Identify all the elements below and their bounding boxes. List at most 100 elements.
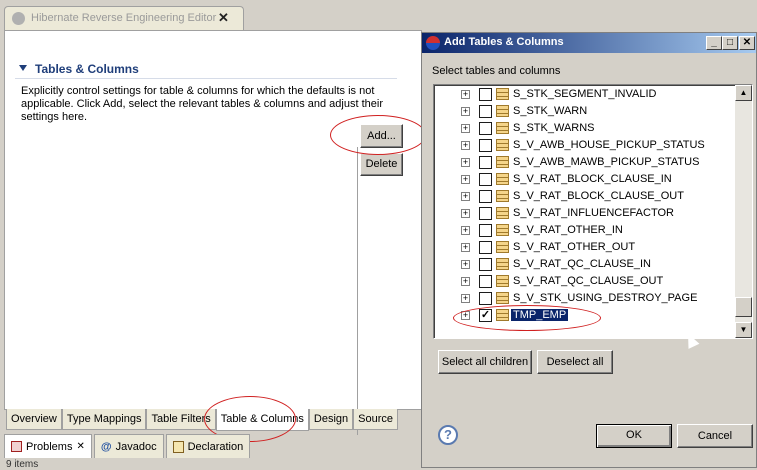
- table-name[interactable]: S_V_RAT_INFLUENCEFACTOR: [513, 207, 674, 219]
- table-tree-row[interactable]: + S_V_RAT_OTHER_IN: [434, 222, 734, 239]
- table-icon: [496, 258, 509, 270]
- table-name[interactable]: S_V_RAT_QC_CLAUSE_IN: [513, 258, 651, 270]
- table-icon: [496, 241, 509, 253]
- table-tree-row[interactable]: + S_V_RAT_BLOCK_CLAUSE_IN: [434, 171, 734, 188]
- status-text: 9 items: [6, 459, 39, 470]
- scroll-up-icon[interactable]: ▲: [735, 85, 752, 101]
- row-checkbox[interactable]: [479, 122, 492, 135]
- expand-icon[interactable]: +: [461, 294, 470, 303]
- row-checkbox[interactable]: [479, 105, 492, 118]
- expand-icon[interactable]: +: [461, 277, 470, 286]
- close-icon[interactable]: ✕: [76, 435, 84, 459]
- table-name[interactable]: S_STK_WARNS: [513, 122, 595, 134]
- expand-icon[interactable]: +: [461, 260, 470, 269]
- tree-scrollbar[interactable]: ▲ ▼: [735, 85, 752, 338]
- row-checkbox[interactable]: [479, 258, 492, 271]
- close-icon[interactable]: ✕: [218, 10, 229, 26]
- close-icon[interactable]: ✕: [739, 36, 755, 50]
- expand-icon[interactable]: +: [461, 90, 470, 99]
- row-checkbox[interactable]: [479, 139, 492, 152]
- row-checkbox[interactable]: [479, 88, 492, 101]
- table-name[interactable]: S_V_RAT_BLOCK_CLAUSE_IN: [513, 173, 672, 185]
- table-icon: [496, 139, 509, 151]
- table-icon: [496, 105, 509, 117]
- maximize-icon[interactable]: □: [722, 36, 738, 50]
- section-title[interactable]: Tables & Columns: [35, 62, 139, 76]
- table-icon: [496, 156, 509, 168]
- table-name[interactable]: S_V_RAT_BLOCK_CLAUSE_OUT: [513, 190, 684, 202]
- hibernate-icon: [426, 36, 440, 50]
- tab-source[interactable]: Source: [353, 409, 399, 430]
- views-tab-bar: Problems ✕ @ Javadoc Declaration: [4, 434, 251, 458]
- table-name[interactable]: S_V_STK_USING_DESTROY_PAGE: [513, 292, 697, 304]
- table-tree-row[interactable]: + S_V_AWB_MAWB_PICKUP_STATUS: [434, 154, 734, 171]
- expand-icon[interactable]: +: [461, 158, 470, 167]
- table-icon: [496, 173, 509, 185]
- table-name[interactable]: S_V_AWB_MAWB_PICKUP_STATUS: [513, 156, 699, 168]
- deselect-all-button[interactable]: Deselect all: [537, 350, 613, 374]
- table-name[interactable]: S_V_RAT_OTHER_IN: [513, 224, 623, 236]
- ok-button[interactable]: OK: [596, 424, 672, 448]
- row-checkbox[interactable]: [479, 190, 492, 203]
- expand-icon[interactable]: +: [461, 175, 470, 184]
- table-tree-row[interactable]: + S_V_RAT_QC_CLAUSE_OUT: [434, 273, 734, 290]
- tab-type-mappings[interactable]: Type Mappings: [61, 409, 147, 430]
- table-name[interactable]: S_V_AWB_HOUSE_PICKUP_STATUS: [513, 139, 705, 151]
- scroll-down-icon[interactable]: ▼: [735, 322, 752, 338]
- add-tables-dialog: Add Tables & Columns _ □ ✕ Select tables…: [421, 32, 757, 468]
- row-checkbox[interactable]: [479, 207, 492, 220]
- table-tree-row[interactable]: + S_V_RAT_OTHER_OUT: [434, 239, 734, 256]
- declaration-icon: [172, 440, 184, 453]
- expand-icon[interactable]: +: [461, 243, 470, 252]
- tab-javadoc[interactable]: @ Javadoc: [93, 434, 164, 458]
- row-checkbox[interactable]: [479, 241, 492, 254]
- row-checkbox[interactable]: [479, 224, 492, 237]
- tab-overview[interactable]: Overview: [6, 409, 62, 430]
- row-checkbox[interactable]: [479, 292, 492, 305]
- help-icon[interactable]: ?: [438, 425, 458, 445]
- expand-icon[interactable]: +: [461, 209, 470, 218]
- row-checkbox[interactable]: [479, 156, 492, 169]
- cancel-button[interactable]: Cancel: [677, 424, 753, 448]
- tab-declaration[interactable]: Declaration: [165, 434, 251, 458]
- row-checkbox[interactable]: [479, 275, 492, 288]
- table-icon: [496, 88, 509, 100]
- table-name[interactable]: S_STK_WARN: [513, 105, 587, 117]
- editor-tab-title: Hibernate Reverse Engineering Editor: [31, 12, 217, 24]
- delete-button[interactable]: Delete: [360, 153, 403, 176]
- scroll-thumb[interactable]: [735, 297, 752, 317]
- table-tree-row[interactable]: + S_STK_WARN: [434, 103, 734, 120]
- dialog-instruction: Select tables and columns: [432, 65, 561, 77]
- row-checkbox[interactable]: [479, 173, 492, 186]
- table-tree-row[interactable]: + S_STK_WARNS: [434, 120, 734, 137]
- expand-icon[interactable]: +: [461, 124, 470, 133]
- table-icon: [496, 122, 509, 134]
- table-tree[interactable]: + S_STK_SEGMENT_INVALID + S_STK_WARN + S_STK_…: [433, 84, 753, 339]
- table-tree-row[interactable]: + S_STK_SEGMENT_INVALID: [434, 86, 734, 103]
- table-name[interactable]: S_STK_SEGMENT_INVALID: [513, 88, 656, 100]
- table-name[interactable]: S_V_RAT_OTHER_OUT: [513, 241, 635, 253]
- expand-icon[interactable]: +: [461, 141, 470, 150]
- tab-design[interactable]: Design: [308, 409, 354, 430]
- tmp-emp-highlight-ring: [453, 305, 601, 331]
- minimize-icon[interactable]: _: [706, 36, 722, 50]
- collapse-triangle-icon[interactable]: [19, 65, 27, 71]
- table-tree-row[interactable]: + S_V_STK_USING_DESTROY_PAGE: [434, 290, 734, 307]
- expand-icon[interactable]: +: [461, 107, 470, 116]
- dialog-title-bar[interactable]: Add Tables & Columns _ □ ✕: [422, 33, 756, 53]
- table-icon: [496, 275, 509, 287]
- table-tree-row[interactable]: + S_V_RAT_QC_CLAUSE_IN: [434, 256, 734, 273]
- select-all-children-button[interactable]: Select all children: [438, 350, 532, 374]
- expand-icon[interactable]: +: [461, 226, 470, 235]
- table-icon: [496, 292, 509, 304]
- table-tree-row[interactable]: + S_V_RAT_INFLUENCEFACTOR: [434, 205, 734, 222]
- table-name[interactable]: S_V_RAT_QC_CLAUSE_OUT: [513, 275, 663, 287]
- table-tree-row[interactable]: + S_V_RAT_BLOCK_CLAUSE_OUT: [434, 188, 734, 205]
- table-icon: [496, 207, 509, 219]
- expand-icon[interactable]: +: [461, 192, 470, 201]
- table-tree-row[interactable]: + S_V_AWB_HOUSE_PICKUP_STATUS: [434, 137, 734, 154]
- tab-problems[interactable]: Problems ✕: [4, 434, 92, 458]
- section-description: Explicitly control settings for table & …: [21, 85, 383, 123]
- dialog-title: Add Tables & Columns: [444, 36, 564, 48]
- editor-tab[interactable]: Hibernate Reverse Engineering Editor ✕: [4, 6, 244, 30]
